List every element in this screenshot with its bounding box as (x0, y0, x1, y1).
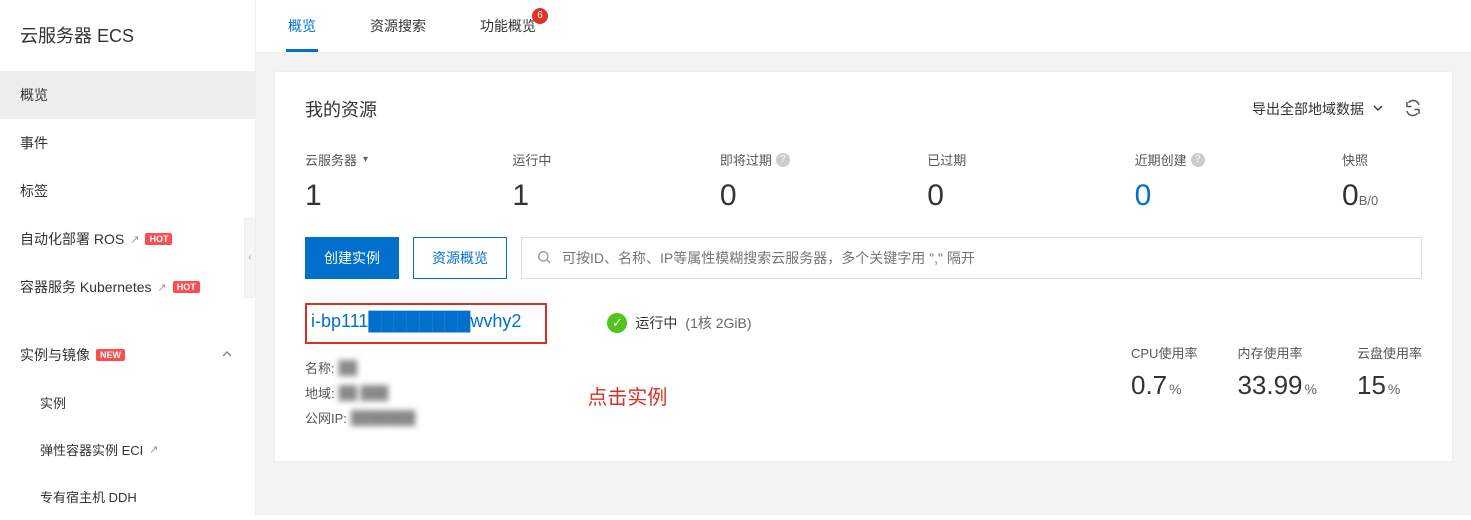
instance-left: i-bp111████████wvhy2 名称: ██ 地域: ██ ███ 公… (305, 303, 752, 433)
tab-overview[interactable]: 概览 (286, 0, 318, 52)
chevron-up-icon (219, 346, 235, 365)
metric-label: CPU使用率 (1131, 343, 1197, 362)
instance-id-highlight: i-bp111████████wvhy2 (305, 303, 547, 344)
stat-value: 0 (720, 179, 927, 213)
action-row: 创建实例 资源概览 (305, 237, 1422, 279)
stat-expired: 已过期 0 (927, 150, 1134, 213)
help-icon[interactable]: ? (776, 153, 790, 167)
check-circle-icon: ✓ (607, 313, 627, 333)
instance-row: i-bp111████████wvhy2 名称: ██ 地域: ██ ███ 公… (305, 303, 1422, 433)
sidebar-item-label: 弹性容器实例 ECI (40, 440, 143, 459)
stat-value[interactable]: 0 (1135, 179, 1342, 213)
metric-label: 云盘使用率 (1357, 343, 1422, 362)
notification-badge: 6 (532, 8, 548, 24)
sidebar-item-label: 事件 (20, 133, 48, 153)
metric-label: 内存使用率 (1237, 343, 1317, 362)
search-input[interactable] (552, 240, 1407, 276)
sidebar-item-label: 实例 (40, 393, 66, 412)
stat-running: 运行中 1 (512, 150, 719, 213)
metric-memory: 内存使用率 33.99% (1237, 343, 1317, 401)
instance-name: 名称: ██ (305, 358, 547, 377)
instance-status: ✓ 运行中 (1核 2GiB) (607, 313, 751, 333)
hot-badge: HOT (145, 233, 172, 245)
chevron-down-icon (1370, 100, 1386, 119)
search-box[interactable] (521, 237, 1422, 279)
sidebar-item-ddh[interactable]: 专有宿主机 DDH (0, 473, 255, 520)
sidebar-item-overview[interactable]: 概览 (0, 71, 255, 119)
annotation-text: 点击实例 (587, 381, 751, 410)
sidebar-title: 云服务器 ECS (0, 0, 255, 71)
status-text: 运行中 (635, 313, 677, 333)
stat-value: 1 (305, 179, 512, 213)
create-instance-button[interactable]: 创建实例 (305, 237, 399, 279)
content: 我的资源 导出全部地域数据 云服务器 ▾ 1 (256, 53, 1471, 515)
metric-cpu: CPU使用率 0.7% (1131, 343, 1197, 401)
stat-value: 1 (512, 179, 719, 213)
card-header: 我的资源 导出全部地域数据 (305, 96, 1422, 122)
stat-label: 近期创建 (1135, 150, 1187, 169)
stat-label: 云服务器 (305, 150, 357, 169)
refresh-button[interactable] (1404, 99, 1422, 120)
stat-label: 快照 (1342, 150, 1368, 169)
stat-label: 运行中 (512, 150, 551, 169)
top-tabs: 概览 资源搜索 功能概览 6 (256, 0, 1471, 53)
sidebar-group-instances[interactable]: 实例与镜像 NEW (0, 331, 255, 379)
sidebar-item-eci[interactable]: 弹性容器实例 ECI ↗ (0, 426, 255, 473)
instance-public-ip: 公网IP: ███████ (305, 408, 547, 427)
instance-metrics: CPU使用率 0.7% 内存使用率 33.99% 云盘使用率 15% (1131, 343, 1422, 401)
sidebar-collapse-handle[interactable]: ‹ (244, 218, 256, 298)
external-link-icon: ↗ (158, 281, 167, 294)
stat-recent: 近期创建? 0 (1135, 150, 1342, 213)
resource-overview-button[interactable]: 资源概览 (413, 237, 507, 279)
card-actions: 导出全部地域数据 (1252, 99, 1422, 120)
spec-text: (1核 2GiB) (685, 313, 751, 333)
tab-resource-search[interactable]: 资源搜索 (368, 0, 428, 52)
sidebar-item-label: 容器服务 Kubernetes (20, 277, 152, 297)
sidebar: 云服务器 ECS 概览 事件 标签 自动化部署 ROS ↗ HOT 容器服务 K… (0, 0, 256, 515)
stat-snapshot: 快照 0B/0 (1342, 150, 1422, 213)
new-badge: NEW (96, 349, 125, 361)
metric-value: 0.7% (1131, 370, 1197, 401)
sidebar-item-kubernetes[interactable]: 容器服务 Kubernetes ↗ HOT (0, 263, 255, 311)
sidebar-item-label: 自动化部署 ROS (20, 229, 124, 249)
stats-row: 云服务器 ▾ 1 运行中 1 即将过期? 0 已过期 0 近期创建? 0 (305, 150, 1422, 213)
instance-info: i-bp111████████wvhy2 名称: ██ 地域: ██ ███ 公… (305, 303, 547, 433)
metric-value: 33.99% (1237, 370, 1317, 401)
sidebar-item-tags[interactable]: 标签 (0, 167, 255, 215)
tab-label: 功能概览 (480, 18, 536, 34)
search-icon (536, 249, 552, 268)
stat-label: 已过期 (927, 150, 966, 169)
resources-card: 我的资源 导出全部地域数据 云服务器 ▾ 1 (274, 71, 1453, 462)
tab-label: 概览 (288, 18, 316, 34)
main: 概览 资源搜索 功能概览 6 我的资源 导出全部地域数据 (256, 0, 1471, 515)
export-all-regions[interactable]: 导出全部地域数据 (1252, 99, 1386, 119)
sidebar-item-events[interactable]: 事件 (0, 119, 255, 167)
sidebar-item-label: 专有宿主机 DDH (40, 487, 137, 506)
stat-servers: 云服务器 ▾ 1 (305, 150, 512, 213)
export-label: 导出全部地域数据 (1252, 99, 1364, 119)
external-link-icon: ↗ (130, 233, 139, 246)
stat-value: 0B/0 (1342, 179, 1422, 213)
stat-value: 0 (927, 179, 1134, 213)
external-link-icon: ↗ (149, 443, 158, 456)
card-title: 我的资源 (305, 96, 377, 122)
chevron-down-icon[interactable]: ▾ (363, 154, 368, 165)
sidebar-item-label: 概览 (20, 85, 48, 105)
tab-feature-overview[interactable]: 功能概览 6 (478, 0, 538, 52)
tab-label: 资源搜索 (370, 18, 426, 34)
sidebar-item-ros[interactable]: 自动化部署 ROS ↗ HOT (0, 215, 255, 263)
sidebar-item-instances[interactable]: 实例 (0, 379, 255, 426)
hot-badge: HOT (173, 281, 200, 293)
instance-id-link[interactable]: i-bp111████████wvhy2 (311, 311, 521, 331)
help-icon[interactable]: ? (1191, 153, 1205, 167)
stat-label: 即将过期 (720, 150, 772, 169)
metric-value: 15% (1357, 370, 1422, 401)
sidebar-group-label: 实例与镜像 (20, 345, 90, 365)
stat-expiring: 即将过期? 0 (720, 150, 927, 213)
metric-disk: 云盘使用率 15% (1357, 343, 1422, 401)
annotation-block: ✓ 运行中 (1核 2GiB) 点击实例 (607, 303, 751, 433)
instance-region: 地域: ██ ███ (305, 383, 547, 402)
sidebar-item-label: 标签 (20, 181, 48, 201)
